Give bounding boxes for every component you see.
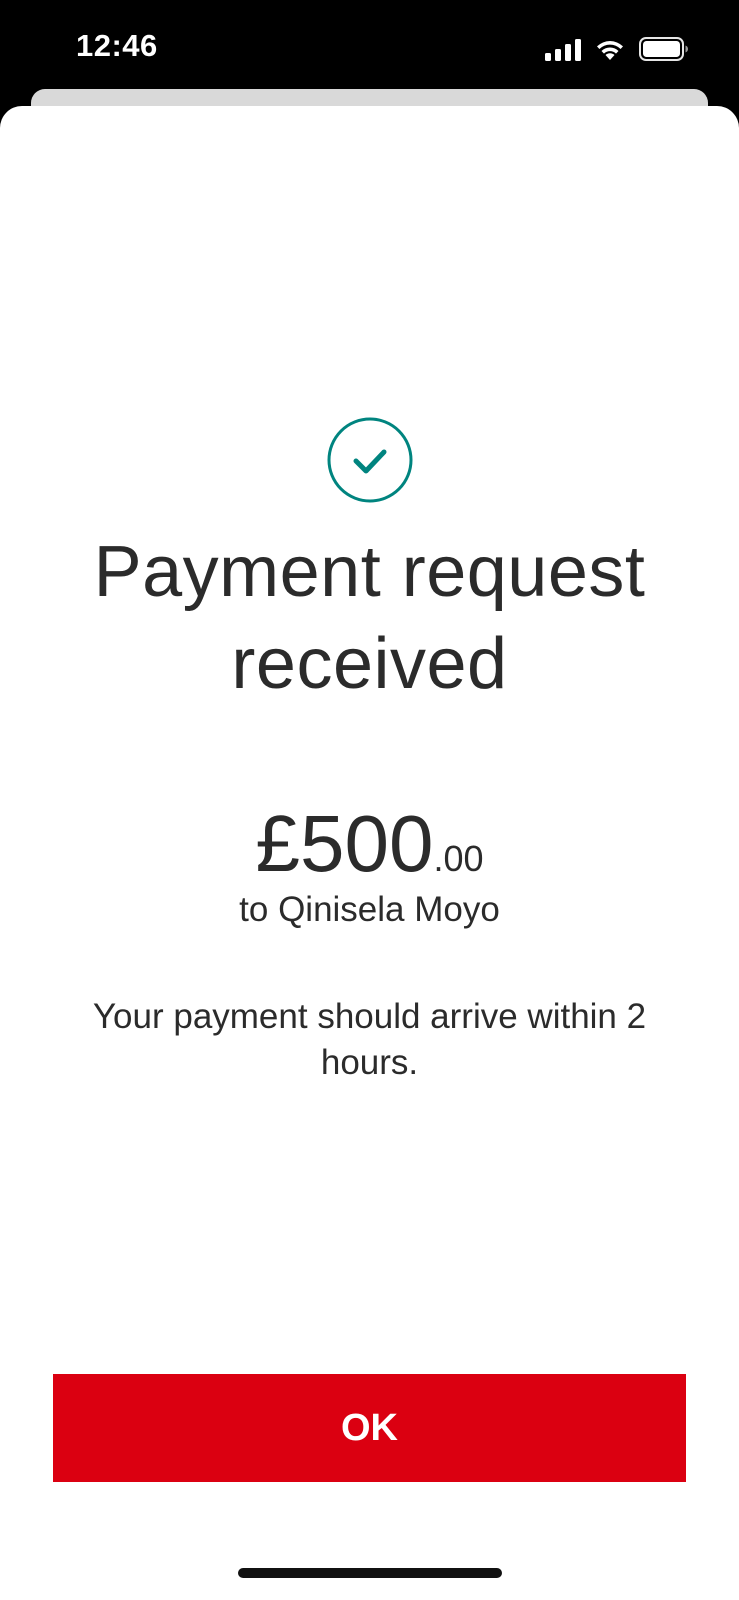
- check-circle-icon: [327, 417, 413, 503]
- arrival-message: Your payment should arrive within 2 hour…: [92, 997, 647, 1082]
- amount-major: £500: [255, 799, 434, 888]
- status-icons: [545, 34, 689, 64]
- status-bar: 12:46: [0, 0, 739, 96]
- payment-amount: £500.00: [0, 798, 739, 890]
- ok-button[interactable]: OK: [53, 1374, 686, 1482]
- status-time: 12:46: [76, 28, 158, 63]
- amount-minor: .00: [433, 838, 484, 879]
- wifi-icon: [595, 38, 625, 60]
- signal-icon: [545, 37, 581, 61]
- payment-confirmation-screen: 12:46 Payment request received £500.00 t…: [0, 0, 739, 1600]
- battery-icon: [639, 37, 689, 61]
- confirmation-sheet: Payment request received £500.00 to Qini…: [0, 106, 739, 1600]
- home-indicator[interactable]: [238, 1568, 502, 1578]
- recipient-text: to Qinisela Moyo: [239, 890, 500, 929]
- confirmation-title: Payment request received: [93, 532, 646, 704]
